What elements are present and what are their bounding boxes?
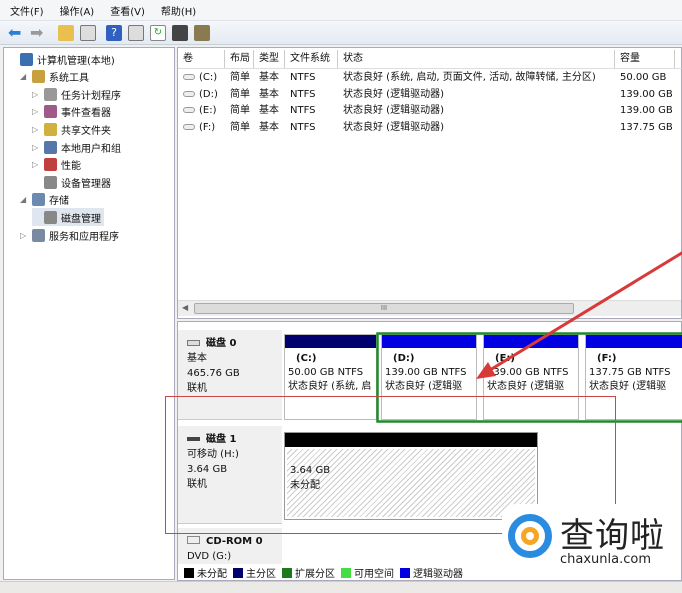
- red-arrow: [489, 251, 682, 372]
- red-arrow-head: [476, 362, 496, 379]
- watermark-url: chaxunla.com: [560, 552, 651, 567]
- watermark-logo: 查询啦 chaxunla.com: [502, 504, 670, 574]
- watermark-name: 查询啦: [560, 516, 665, 556]
- logo-q-icon: [508, 514, 552, 558]
